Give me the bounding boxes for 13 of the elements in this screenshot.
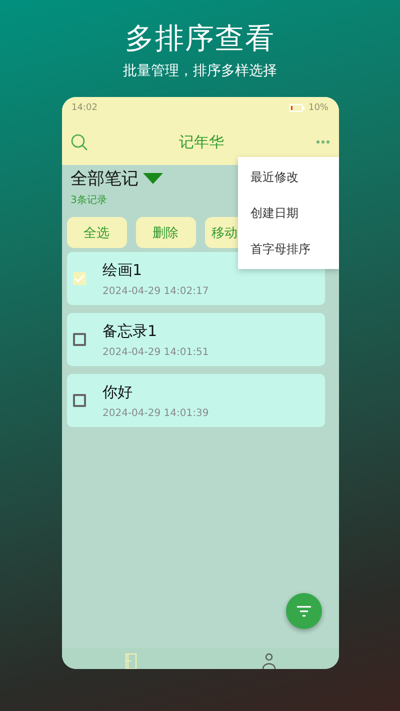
note-date: 2024-04-29 14:01:39 (102, 408, 209, 418)
list-title: 全部笔记 (70, 168, 138, 190)
note-title: 你好 (102, 382, 134, 402)
headline: 多排序查看 (125, 20, 275, 56)
battery-level: 10% (308, 103, 328, 113)
status-time: 14:02 (72, 103, 98, 113)
record-count: 3条记录 (70, 194, 108, 207)
note-date: 2024-04-29 14:01:51 (102, 346, 209, 358)
note-title: 绘画1 (102, 260, 144, 280)
note-date: 2024-04-29 14:02:17 (102, 286, 209, 296)
note-title: 备忘录1 (102, 322, 158, 340)
subtitle: 批量管理，排序多样选择 (123, 62, 277, 80)
app-title: 记年华 (179, 132, 224, 152)
